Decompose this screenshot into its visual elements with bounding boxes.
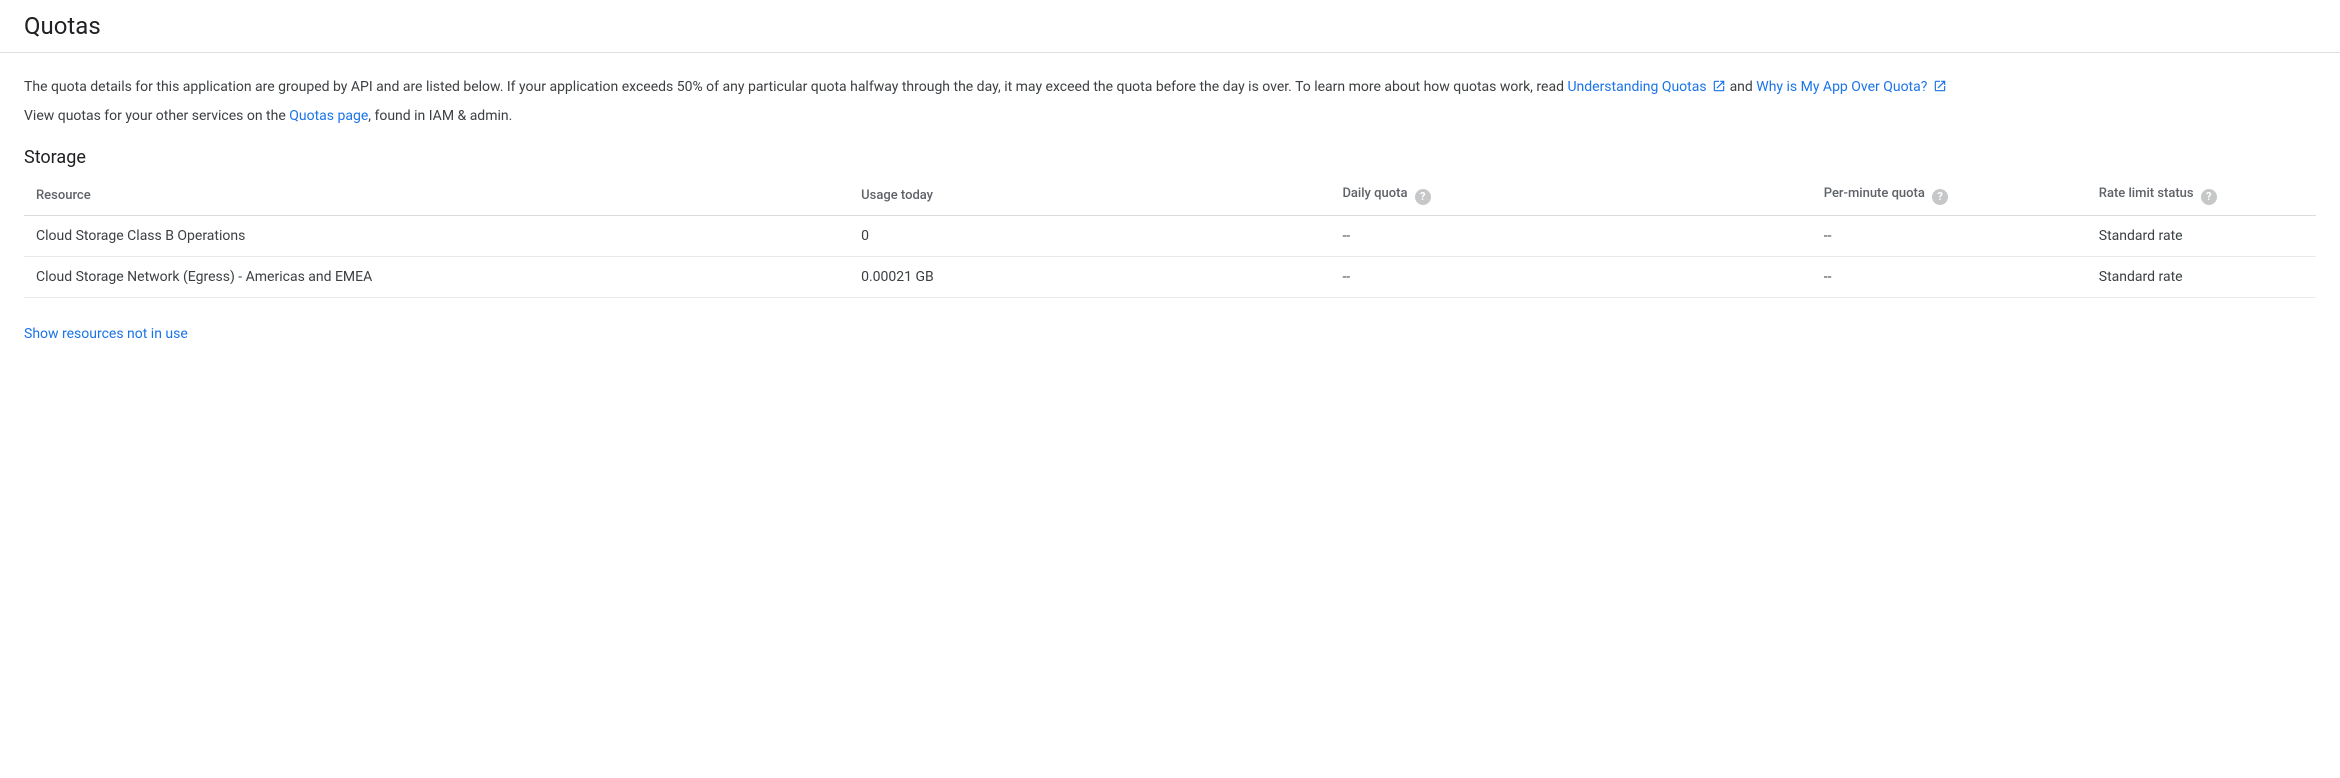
col-header-resource: Resource xyxy=(24,176,849,215)
intro-text-segment: View quotas for your other services on t… xyxy=(24,108,289,124)
quotas-page-link[interactable]: Quotas page xyxy=(289,108,368,124)
col-header-usage-today: Usage today xyxy=(849,176,1330,215)
table-header-row: Resource Usage today Daily quota ? Per-m… xyxy=(24,176,2316,215)
col-header-per-minute-quota: Per-minute quota ? xyxy=(1812,176,2087,215)
show-resources-not-in-use-link[interactable]: Show resources not in use xyxy=(24,326,188,342)
link-label: Why is My App Over Quota? xyxy=(1756,79,1927,95)
external-link-icon xyxy=(1712,79,1726,93)
storage-section-title: Storage xyxy=(24,147,2316,168)
help-icon[interactable]: ? xyxy=(1932,189,1948,205)
intro-text-segment: and xyxy=(1730,79,1757,95)
cell-resource: Cloud Storage Class B Operations xyxy=(24,215,849,256)
col-header-label: Rate limit status xyxy=(2099,186,2194,201)
external-link-icon xyxy=(1933,79,1947,93)
col-header-label: Daily quota xyxy=(1342,186,1407,201)
cell-daily-quota: -- xyxy=(1330,215,1811,256)
page-header: Quotas xyxy=(0,0,2340,53)
page-title: Quotas xyxy=(24,12,2316,40)
help-icon[interactable]: ? xyxy=(1415,189,1431,205)
understanding-quotas-link[interactable]: Understanding Quotas xyxy=(1567,79,1729,95)
cell-usage-today: 0 xyxy=(849,215,1330,256)
col-header-label: Per-minute quota xyxy=(1824,186,1925,201)
col-header-rate-limit-status: Rate limit status ? xyxy=(2087,176,2316,215)
why-over-quota-link[interactable]: Why is My App Over Quota? xyxy=(1756,79,1947,95)
cell-per-minute-quota: -- xyxy=(1812,256,2087,297)
help-icon[interactable]: ? xyxy=(2201,189,2217,205)
cell-usage-today: 0.00021 GB xyxy=(849,256,1330,297)
cell-daily-quota: -- xyxy=(1330,256,1811,297)
table-row: Cloud Storage Class B Operations 0 -- --… xyxy=(24,215,2316,256)
col-header-daily-quota: Daily quota ? xyxy=(1330,176,1811,215)
link-label: Understanding Quotas xyxy=(1567,79,1706,95)
quotas-table: Resource Usage today Daily quota ? Per-m… xyxy=(24,176,2316,298)
intro-paragraph-1: The quota details for this application a… xyxy=(24,77,2316,98)
intro-text-segment: , found in IAM & admin. xyxy=(368,108,512,124)
cell-resource: Cloud Storage Network (Egress) - America… xyxy=(24,256,849,297)
table-body: Cloud Storage Class B Operations 0 -- --… xyxy=(24,215,2316,297)
cell-rate-limit-status: Standard rate xyxy=(2087,215,2316,256)
main-content: The quota details for this application a… xyxy=(0,53,2340,366)
intro-text-segment: The quota details for this application a… xyxy=(24,79,1567,95)
intro-paragraph-2: View quotas for your other services on t… xyxy=(24,106,2316,127)
cell-rate-limit-status: Standard rate xyxy=(2087,256,2316,297)
cell-per-minute-quota: -- xyxy=(1812,215,2087,256)
table-row: Cloud Storage Network (Egress) - America… xyxy=(24,256,2316,297)
